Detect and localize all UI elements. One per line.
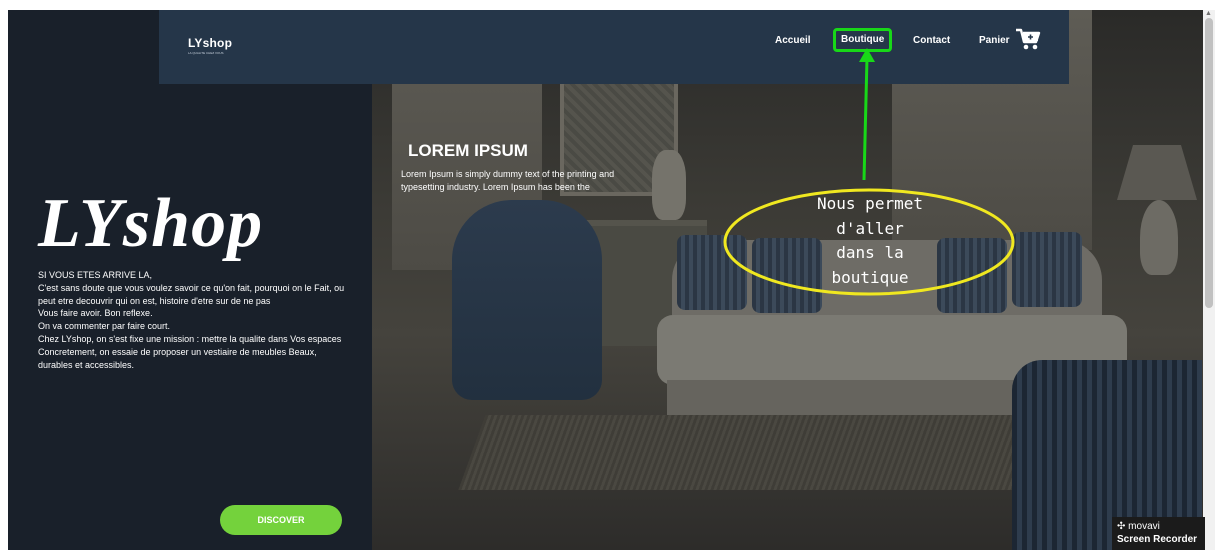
annotation-text: Nous permet d'aller dans la boutique: [790, 192, 950, 290]
annotation-arrow-icon: [859, 48, 875, 181]
nav-panier[interactable]: Panier: [979, 33, 1010, 49]
logo-tagline: LA QUALITE CHEZ VOUS: [188, 51, 224, 55]
discover-button[interactable]: DISCOVER: [220, 505, 342, 535]
hero-lamp-base: [1140, 200, 1178, 275]
watermark-brand: ✣ movavi: [1117, 520, 1205, 533]
hero-body: Lorem Ipsum is simply dummy text of the …: [401, 169, 615, 192]
cart-icon[interactable]: [1015, 27, 1041, 53]
navbar: LYshop LA QUALITE CHEZ VOUS Accueil Bout…: [159, 10, 1069, 84]
intro-line: On va commenter par faire court.: [38, 321, 171, 332]
annotation-line: Nous permet: [817, 194, 923, 213]
intro-text: SI VOUS ETES ARRIVE LA, C'est sans doute…: [38, 269, 353, 371]
nav-accueil[interactable]: Accueil: [775, 33, 811, 49]
logo[interactable]: LYshop: [188, 36, 232, 50]
intro-line: C'est sans doute que vous voulez savoir …: [38, 282, 345, 306]
scroll-up-icon[interactable]: ▲: [1205, 10, 1212, 18]
intro-line: Vous faire avoir. Bon reflexe.: [38, 308, 153, 319]
hero-vase: [652, 150, 686, 220]
scroll-thumb[interactable]: [1205, 18, 1213, 308]
page-scrollbar[interactable]: ▲: [1203, 10, 1215, 550]
hero-pillow: [1012, 232, 1082, 307]
annotation-line: boutique: [831, 267, 909, 287]
hero-title: LOREM IPSUM: [408, 141, 528, 160]
nav-contact[interactable]: Contact: [913, 33, 950, 49]
hero-lamp-shade: [1117, 145, 1197, 200]
intro-line: Concretement, on essaie de proposer un v…: [38, 346, 317, 370]
hero-armchair: [452, 200, 602, 400]
intro-line: SI VOUS ETES ARRIVE LA,: [38, 270, 153, 280]
watermark-product: Screen Recorder: [1117, 534, 1198, 545]
annotation-line: d'aller: [836, 218, 904, 238]
hero-rug: [458, 415, 1046, 490]
movavi-logo-icon: ✣: [1117, 521, 1126, 532]
intro-line: Chez LYshop, on s'est fixe une mission :…: [38, 333, 342, 344]
watermark: ✣ movavi Screen Recorder: [1112, 517, 1205, 550]
watermark-brand-text: movavi: [1128, 521, 1160, 532]
annotation-line: dans la: [836, 243, 904, 262]
brand-heading: LYshop: [38, 185, 264, 262]
page: LYshop SI VOUS ETES ARRIVE LA, C'est san…: [0, 0, 1215, 550]
